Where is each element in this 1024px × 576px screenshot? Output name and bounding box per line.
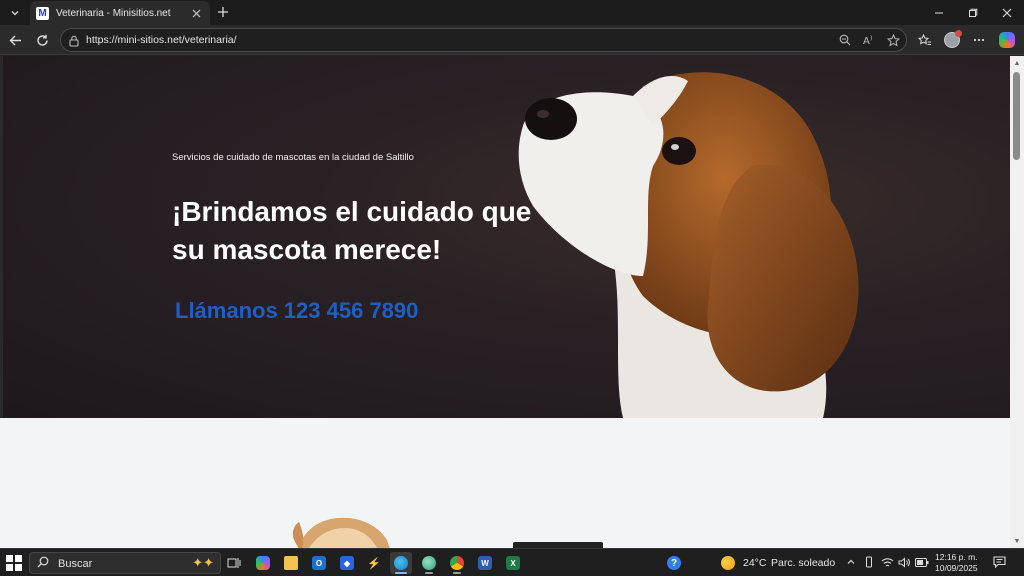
word-icon[interactable]: W	[474, 552, 496, 574]
ellipsis-icon[interactable]	[968, 29, 990, 51]
windows-start-icon[interactable]	[6, 555, 22, 571]
close-window-icon[interactable]	[990, 0, 1024, 25]
favicon-letter: M	[38, 7, 47, 19]
star-icon[interactable]	[885, 32, 901, 48]
scroll-thumb[interactable]	[1013, 72, 1020, 160]
weather-icon[interactable]	[717, 552, 739, 574]
arrow-left-icon[interactable]	[4, 29, 26, 51]
call-phone-link[interactable]: Llámanos 123 456 7890	[175, 298, 418, 324]
restore-icon[interactable]	[956, 0, 990, 25]
tab-strip: M Veterinaria - Minisitios.net	[0, 0, 1024, 25]
task-view-icon[interactable]	[223, 552, 245, 574]
beagle-photo	[518, 72, 859, 418]
close-icon[interactable]	[188, 5, 204, 21]
copilot-logo	[999, 32, 1015, 48]
weather-temp[interactable]: 24°C	[743, 557, 766, 569]
site-favicon: M	[36, 6, 49, 20]
avatar	[944, 30, 962, 48]
tab-title: Veterinaria - Minisitios.net	[56, 7, 171, 19]
hero-section: Servicios de cuidado de mascotas en la c…	[0, 56, 1010, 418]
hero-subtitle: Servicios de cuidado de mascotas en la c…	[172, 152, 414, 163]
excel-icon[interactable]: X	[502, 552, 524, 574]
windows-taskbar: Buscar ✦✦ O ◆ ⚡ W X ? 24°C Parc. soleado…	[0, 548, 1024, 576]
services-section	[3, 418, 1010, 548]
read-aloud-icon[interactable]: A)	[861, 32, 877, 48]
favorites-icon[interactable]	[914, 29, 936, 51]
file-explorer-icon[interactable]	[280, 552, 302, 574]
chevron-down-icon[interactable]	[4, 3, 26, 23]
scroll-up-arrow-icon[interactable]: ▲	[1013, 59, 1021, 67]
edge-browser-icon[interactable]	[390, 552, 412, 574]
battery-icon[interactable]	[915, 555, 929, 569]
copilot-app-icon[interactable]	[252, 552, 274, 574]
clock-date: 10/09/2025	[935, 563, 978, 573]
plus-icon[interactable]	[213, 2, 233, 22]
search-icon	[37, 556, 49, 571]
help-icon[interactable]: ?	[663, 552, 685, 574]
address-bar[interactable]: https://mini-sitios.net/veterinaria/ A)	[60, 28, 907, 52]
system-clock[interactable]: 12:16 p. m. 10/09/2025	[935, 552, 978, 574]
browser-toolbar: https://mini-sitios.net/veterinaria/ A)	[0, 25, 1024, 55]
minimize-icon[interactable]	[922, 0, 956, 25]
taskbar-search-box[interactable]: Buscar ✦✦	[29, 552, 221, 574]
chrome-icon[interactable]	[446, 552, 468, 574]
volume-icon[interactable]	[897, 555, 911, 569]
notification-icon[interactable]	[992, 555, 1006, 569]
dropbox-icon[interactable]: ◆	[336, 552, 358, 574]
url-text[interactable]: https://mini-sitios.net/veterinaria/	[86, 34, 237, 46]
copilot-icon[interactable]	[996, 29, 1018, 51]
reload-icon[interactable]	[31, 29, 53, 51]
zoom-out-icon[interactable]	[837, 32, 853, 48]
clock-time: 12:16 p. m.	[935, 552, 978, 562]
sparkle-icon: ✦✦	[192, 555, 214, 570]
hero-title: ¡Brindamos el cuidado que su mascota mer…	[172, 196, 532, 265]
lock-icon[interactable]	[68, 34, 80, 47]
svg-text:): )	[870, 35, 872, 42]
terminal-app-icon[interactable]: ⚡	[363, 552, 385, 574]
tab-veterinaria[interactable]: M Veterinaria - Minisitios.net	[30, 1, 210, 25]
edge-profile-icon[interactable]	[418, 552, 440, 574]
usb-icon[interactable]	[862, 555, 876, 569]
scroll-down-arrow-icon[interactable]: ▼	[1013, 537, 1021, 545]
svg-text:A: A	[863, 36, 870, 46]
weather-description[interactable]: Parc. soleado	[771, 557, 835, 569]
wifi-icon[interactable]	[880, 555, 894, 569]
outlook-icon[interactable]: O	[308, 552, 330, 574]
profile-avatar[interactable]	[941, 29, 963, 51]
puppy-photo	[292, 517, 390, 548]
window-controls	[922, 0, 1024, 25]
page-viewport: Servicios de cuidado de mascotas en la c…	[0, 56, 1024, 548]
search-placeholder: Buscar	[58, 558, 93, 570]
chevron-up-icon[interactable]	[844, 555, 858, 569]
page-scrollbar[interactable]: ▲ ▼	[1010, 56, 1024, 548]
